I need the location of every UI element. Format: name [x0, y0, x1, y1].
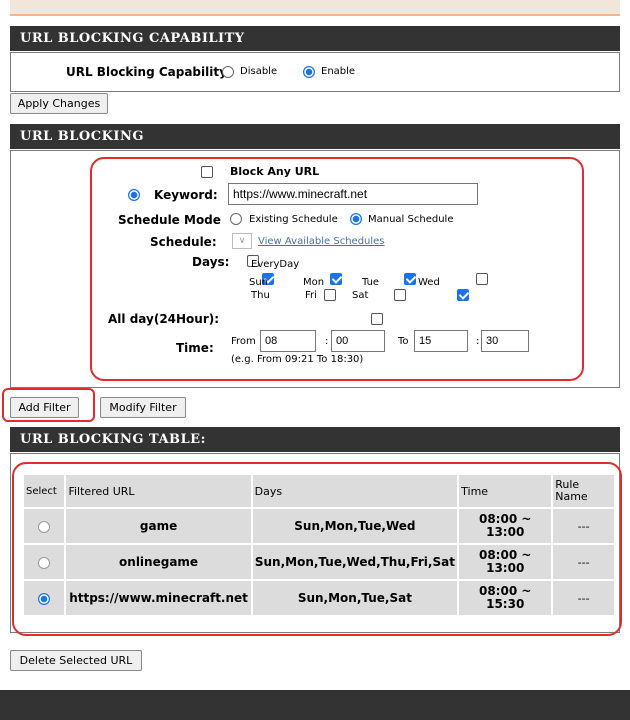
view-schedules-link[interactable]: View Available Schedules	[258, 236, 385, 247]
fri-checkbox[interactable]	[393, 289, 406, 301]
from-colon: :	[325, 336, 329, 347]
sat-label: Sat	[352, 290, 369, 301]
keyword-radio[interactable]	[128, 189, 140, 201]
table-section-header: URL BLOCKING TABLE:	[10, 427, 620, 452]
top-strip	[10, 0, 620, 16]
to-colon: :	[476, 336, 480, 347]
to-hour-input[interactable]	[414, 330, 468, 352]
capability-disable-label: Disable	[240, 66, 278, 77]
sun-label: Sun	[249, 277, 269, 288]
block-any-url-label: Block Any URL	[230, 165, 320, 178]
schedule-manual-label: Manual Schedule	[368, 214, 454, 225]
wed-label: Wed	[418, 277, 440, 288]
tue-checkbox[interactable]	[404, 273, 416, 285]
capability-section-header: URL BLOCKING CAPABILITY	[10, 26, 620, 51]
apply-changes-button[interactable]: Apply Changes	[10, 93, 108, 114]
thu-checkbox[interactable]	[324, 289, 336, 301]
schedule-existing-label: Existing Schedule	[249, 214, 338, 225]
from-label: From	[231, 336, 256, 347]
from-minute-input[interactable]	[331, 330, 385, 352]
to-label: To	[398, 336, 409, 347]
block-any-url-checkbox[interactable]	[201, 166, 213, 178]
table-highlight	[12, 462, 622, 636]
from-hour-input[interactable]	[260, 330, 316, 352]
all-day-checkbox[interactable]	[370, 313, 383, 325]
schedule-select-chevron-down-icon[interactable]: ∨	[232, 233, 252, 249]
mon-checkbox[interactable]	[329, 273, 342, 285]
schedule-label: Schedule:	[150, 235, 217, 249]
schedule-existing-radio[interactable]	[230, 213, 242, 225]
wed-checkbox[interactable]	[475, 273, 488, 285]
capability-disable-radio[interactable]	[222, 66, 234, 78]
keyword-input[interactable]	[228, 183, 478, 205]
keyword-label: Keyword:	[154, 188, 218, 202]
modify-filter-button[interactable]: Modify Filter	[100, 397, 186, 418]
footer-bar	[0, 690, 630, 720]
fri-label: Fri	[305, 290, 317, 301]
sat-checkbox[interactable]	[457, 289, 469, 301]
add-filter-button[interactable]: Add Filter	[10, 397, 79, 418]
thu-label: Thu	[251, 290, 270, 301]
all-day-label: All day(24Hour):	[108, 312, 220, 326]
days-label: Days:	[192, 255, 230, 269]
time-label: Time:	[176, 341, 214, 355]
capability-label: URL Blocking Capability:	[66, 65, 232, 79]
everyday-label: EveryDay	[251, 259, 300, 270]
mon-label: Mon	[303, 277, 325, 288]
to-minute-input[interactable]	[481, 330, 529, 352]
blocking-section-header: URL BLOCKING	[10, 124, 620, 149]
schedule-mode-label: Schedule Mode	[118, 213, 221, 227]
schedule-manual-radio[interactable]	[350, 213, 362, 225]
time-hint: (e.g. From 09:21 To 18:30)	[231, 354, 364, 365]
delete-selected-url-button[interactable]: Delete Selected URL	[10, 650, 142, 671]
tue-label: Tue	[362, 277, 380, 288]
capability-enable-label: Enable	[321, 66, 356, 77]
capability-enable-radio[interactable]	[303, 66, 315, 78]
